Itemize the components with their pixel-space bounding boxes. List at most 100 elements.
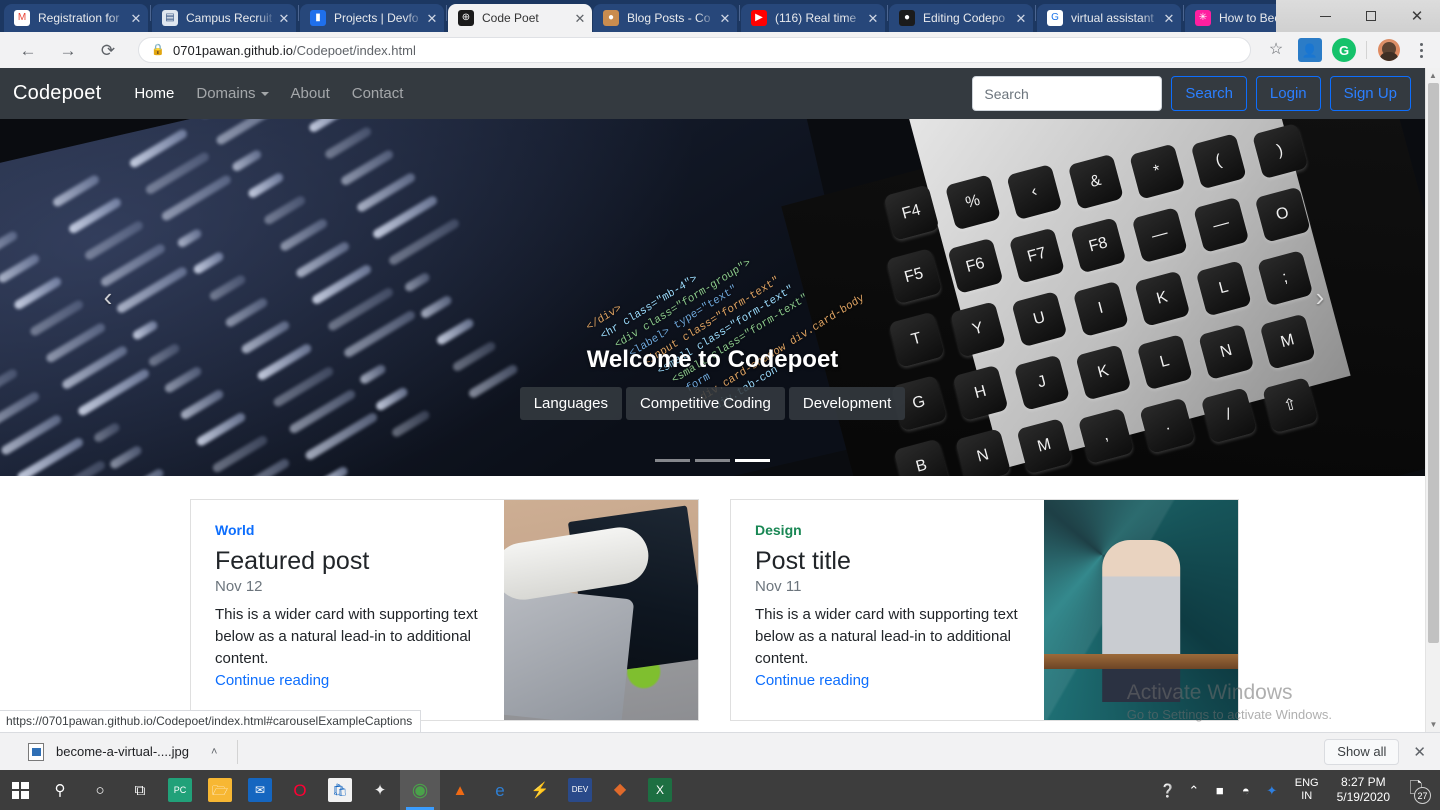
nav-link-about[interactable]: About bbox=[280, 85, 341, 102]
code-line-blur bbox=[176, 227, 204, 249]
tab-close-icon[interactable]: ✕ bbox=[424, 10, 440, 26]
taskbar-vlc-media-player[interactable]: ▲ bbox=[440, 770, 480, 810]
taskbar-file-explorer[interactable]: 🗁 bbox=[200, 770, 240, 810]
chevron-up-icon[interactable]: ⌃ bbox=[1181, 770, 1207, 810]
taskbar-norton-security[interactable]: ✦ bbox=[360, 770, 400, 810]
star-icon: ✳ bbox=[1195, 10, 1211, 26]
help-icon[interactable]: ❔ bbox=[1155, 770, 1181, 810]
browser-tab[interactable]: ▤ Campus Recruit ✕ bbox=[152, 4, 296, 32]
page-scrollbar[interactable]: ▲ ▼ bbox=[1425, 68, 1440, 732]
windows-taskbar: ⚲ ○ ⧉ PC 🗁 ✉ O 🛍 ✦ ◉ ▲ e ⚡ DEV ◆ X ❔ ⌃ ■ ◓ ✦ ENG IN 8:2… bbox=[0, 770, 1440, 810]
tab-close-icon[interactable]: ✕ bbox=[572, 10, 588, 26]
site-brand[interactable]: Codepoet bbox=[13, 82, 101, 105]
carousel-category-button[interactable]: Competitive Coding bbox=[625, 387, 785, 420]
extension-icon[interactable]: 👤 bbox=[1298, 38, 1322, 62]
reload-icon[interactable]: ⟳ bbox=[94, 36, 122, 64]
carousel-caption-buttons: Languages Competitive Coding Development bbox=[0, 387, 1425, 420]
browser-tab[interactable]: Gvirtual assistant ✕ bbox=[1037, 4, 1181, 32]
carousel-next-arrow[interactable]: › bbox=[1300, 278, 1340, 318]
tab-close-icon[interactable]: ✕ bbox=[717, 10, 733, 26]
code-line-blur bbox=[124, 467, 166, 476]
login-button[interactable]: Login bbox=[1255, 76, 1321, 111]
download-item[interactable]: become-a-virtual-....jpg ˄ bbox=[22, 739, 223, 765]
continue-reading-link[interactable]: Continue reading bbox=[755, 672, 869, 689]
notification-center-button[interactable]: 🗋 27 bbox=[1398, 770, 1434, 810]
clock[interactable]: 8:27 PM 5/19/2020 bbox=[1329, 775, 1398, 805]
taskbar-pycharm[interactable]: PC bbox=[160, 770, 200, 810]
tab-close-icon[interactable]: ✕ bbox=[276, 10, 292, 26]
taskbar-microsoft-excel[interactable]: X bbox=[640, 770, 680, 810]
scrollbar-thumb[interactable] bbox=[1428, 83, 1439, 643]
tab-close-icon[interactable]: ✕ bbox=[865, 10, 881, 26]
taskbar-mail[interactable]: ✉ bbox=[240, 770, 280, 810]
nav-link-contact[interactable]: Contact bbox=[341, 85, 415, 102]
download-chevron-up-icon[interactable]: ˄ bbox=[211, 746, 217, 758]
back-arrow-icon[interactable]: ← bbox=[14, 36, 42, 64]
bookmark-star-icon[interactable]: ☆ bbox=[1264, 38, 1288, 62]
browser-tab[interactable]: ▮ Projects | Devfo ✕ bbox=[300, 4, 444, 32]
code-line-blur bbox=[28, 298, 85, 338]
language-indicator[interactable]: ENG IN bbox=[1285, 777, 1329, 803]
taskbar-microsoft-store[interactable]: 🛍 bbox=[320, 770, 360, 810]
taskbar-devcpp[interactable]: DEV bbox=[560, 770, 600, 810]
nav-link-domains[interactable]: Domains bbox=[185, 85, 279, 102]
profile-avatar[interactable] bbox=[1378, 39, 1400, 61]
keyboard-key: — bbox=[1193, 196, 1250, 254]
code-line-blur bbox=[214, 119, 293, 147]
taskbar-search-taskbar[interactable]: ⚲ bbox=[40, 770, 80, 810]
search-button[interactable]: Search bbox=[1171, 76, 1247, 111]
taskbar-microsoft-edge[interactable]: e bbox=[480, 770, 520, 810]
tab-close-icon[interactable]: ✕ bbox=[128, 10, 144, 26]
tab-close-icon[interactable]: ✕ bbox=[1013, 10, 1029, 26]
carousel-indicator[interactable] bbox=[655, 459, 690, 462]
keyboard-key: % bbox=[944, 174, 1002, 231]
browser-tab[interactable]: ⊕ Code Poet ✕ bbox=[448, 4, 592, 32]
kebab-menu-icon[interactable] bbox=[1410, 42, 1432, 58]
taskbar-cortana[interactable]: ○ bbox=[80, 770, 120, 810]
carousel-indicator[interactable] bbox=[735, 459, 770, 462]
dropbox-icon[interactable]: ✦ bbox=[1259, 770, 1285, 810]
taskbar-sublime-text[interactable]: ⚡ bbox=[520, 770, 560, 810]
nav-link-home[interactable]: Home bbox=[123, 85, 185, 102]
maximize-button[interactable] bbox=[1348, 0, 1394, 32]
carousel-category-button[interactable]: Development bbox=[788, 387, 906, 420]
continue-reading-link[interactable]: Continue reading bbox=[215, 672, 329, 689]
keyboard-key: & bbox=[1067, 153, 1124, 210]
close-window-button[interactable]: ✕ bbox=[1394, 0, 1440, 32]
scroll-down-arrow-icon[interactable]: ▼ bbox=[1426, 717, 1440, 732]
close-downloads-bar-icon[interactable]: ✕ bbox=[1413, 743, 1430, 761]
scroll-up-arrow-icon[interactable]: ▲ bbox=[1426, 68, 1440, 83]
taskbar-paint-3d[interactable]: ◆ bbox=[600, 770, 640, 810]
grammarly-icon[interactable]: G bbox=[1332, 38, 1356, 62]
signup-button[interactable]: Sign Up bbox=[1329, 76, 1411, 111]
minimize-button[interactable] bbox=[1302, 0, 1348, 32]
browser-tab[interactable]: M Registration for ✕ bbox=[4, 4, 148, 32]
tab-close-icon[interactable]: ✕ bbox=[1161, 10, 1177, 26]
browser-tab[interactable]: ● Editing Codepo ✕ bbox=[889, 4, 1033, 32]
microsoft-excel-icon: X bbox=[648, 778, 672, 802]
maximize-icon bbox=[1366, 11, 1376, 21]
keyboard-key: O bbox=[1254, 186, 1311, 243]
battery-icon[interactable]: ■ bbox=[1207, 770, 1233, 810]
browser-tab[interactable]: ● Blog Posts - Co ✕ bbox=[593, 4, 737, 32]
address-bar-url: 0701pawan.github.io/Codepoet/index.html bbox=[173, 43, 416, 58]
taskbar-opera[interactable]: O bbox=[280, 770, 320, 810]
taskbar-start-button[interactable] bbox=[0, 770, 40, 810]
toolbar-divider bbox=[1366, 41, 1367, 59]
code-line-blur bbox=[92, 421, 122, 444]
hero-carousel: F4% ‹ & *() F5 F6 F7 F8— — O T Y U I K L; G H J K L N M B N M,. / ⇧… bbox=[0, 119, 1425, 476]
browser-tab[interactable]: ▶ (116) Real time ✕ bbox=[741, 4, 885, 32]
show-all-downloads-button[interactable]: Show all bbox=[1324, 738, 1400, 765]
taskbar-google-chrome[interactable]: ◉ bbox=[400, 770, 440, 810]
carousel-indicator[interactable] bbox=[695, 459, 730, 462]
carousel-prev-arrow[interactable]: ‹ bbox=[88, 278, 128, 318]
search-input[interactable] bbox=[972, 76, 1163, 111]
grammarly-glyph: G bbox=[1338, 42, 1350, 58]
carousel-category-button[interactable]: Languages bbox=[519, 387, 622, 420]
post-excerpt: This is a wider card with supporting tex… bbox=[215, 606, 478, 667]
pycharm-icon: PC bbox=[168, 778, 192, 802]
wifi-icon[interactable]: ◓ bbox=[1233, 770, 1259, 810]
address-bar[interactable]: 🔒 0701pawan.github.io/Codepoet/index.htm… bbox=[138, 37, 1251, 63]
forward-arrow-icon[interactable]: → bbox=[54, 36, 82, 64]
taskbar-task-view[interactable]: ⧉ bbox=[120, 770, 160, 810]
